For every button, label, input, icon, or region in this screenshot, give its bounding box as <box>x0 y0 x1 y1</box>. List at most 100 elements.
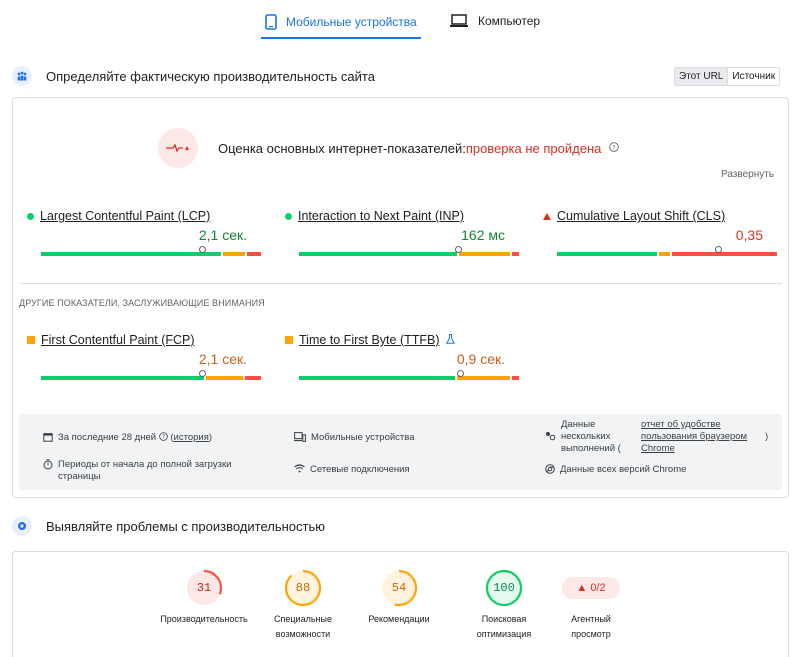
history-link[interactable]: история <box>174 432 209 444</box>
metric-value: 0,9 сек. <box>456 351 505 367</box>
metric-link[interactable]: Time to First Byte (TTFB) <box>299 333 440 347</box>
period-help-icon[interactable]: ? <box>158 432 168 445</box>
field-data-card: Оценка основных интернет-показателей: пр… <box>12 97 789 498</box>
score-label: Рекомендации <box>368 614 430 624</box>
expand-link[interactable]: Развернуть <box>721 169 774 180</box>
good-segment <box>41 252 221 256</box>
calendar-icon <box>43 432 53 446</box>
metric-value: 2,1 сек. <box>198 351 247 367</box>
metric-link[interactable]: First Contentful Paint (FCP) <box>41 333 195 347</box>
samples-info: Данные нескольких выполнений ( отчет об … <box>545 419 768 455</box>
average-segment <box>222 252 246 256</box>
metric-first-contentful-paint-fcp: First Contentful Paint (FCP) 2,1 сек. <box>27 333 263 380</box>
tab-mobile[interactable]: Мобильные устройства <box>261 14 421 39</box>
origin-button[interactable]: Источник <box>728 68 779 85</box>
good-segment <box>299 376 455 380</box>
poor-segment <box>245 376 262 380</box>
samples-suffix: ) <box>765 431 769 442</box>
timer-icon <box>43 459 53 474</box>
data-info-panel: За последние 28 дней ? (история) Периоды… <box>19 414 782 490</box>
agentic-badge: ▲ 0/2 <box>562 577 620 599</box>
distribution-bar <box>41 246 263 256</box>
this-url-button[interactable]: Этот URL <box>675 68 729 85</box>
users-icon <box>12 66 32 86</box>
svg-text:?: ? <box>613 143 616 151</box>
chrome-icon <box>545 464 555 478</box>
score-value: 100 <box>493 580 515 595</box>
distribution-bar <box>299 246 521 256</box>
tab-desktop[interactable]: Компьютер <box>449 14 540 28</box>
score-gauge[interactable]: 88 Специальные возможности <box>263 569 343 642</box>
lab-data-title: Выявляйте проблемы с производительностью <box>46 518 326 534</box>
divider <box>19 283 782 284</box>
poor-segment <box>247 252 261 256</box>
tab-mobile-label: Мобильные устройства <box>286 15 417 29</box>
score-value: 54 <box>391 580 407 595</box>
score-gauge[interactable]: 54 Рекомендации <box>354 569 444 627</box>
distribution-bar <box>557 246 779 256</box>
chrome-versions-info: Данные всех версий Chrome <box>545 464 686 478</box>
p75-marker <box>199 370 206 377</box>
crux-report-link[interactable]: отчет об удобстве пользования браузером … <box>641 419 761 455</box>
chrome-versions-text: Данные всех версий Chrome <box>560 464 687 475</box>
score-ring: 54 <box>380 569 418 607</box>
good-circle-icon <box>27 212 34 220</box>
svg-text:?: ? <box>162 435 165 441</box>
score-gauge[interactable]: 31 Производительность <box>154 569 254 627</box>
score-value: 88 <box>295 580 311 595</box>
p75-marker <box>457 370 464 377</box>
score-ring: 100 <box>485 569 523 607</box>
field-data-title: Определяйте фактическую производительнос… <box>46 68 375 84</box>
samples-icon <box>545 431 556 445</box>
poor-segment <box>671 252 778 256</box>
form-factor-tabs: Мобильные устройства Компьютер <box>0 14 800 46</box>
url-origin-toggle: Этот URL Источник <box>674 67 781 86</box>
lab-scores-card: 31 Производительность 88 Специальные возмож… <box>12 551 789 657</box>
average-segment <box>659 252 670 256</box>
distribution-bar <box>299 370 521 380</box>
poor-segment <box>512 376 519 380</box>
score-label: Производительность <box>160 614 248 624</box>
poor-triangle-icon <box>543 212 551 220</box>
average-segment <box>458 252 511 256</box>
metric-cumulative-layout-shift-cls: Cumulative Layout Shift (CLS) 0,35 <box>543 209 779 256</box>
average-segment <box>456 376 511 380</box>
good-segment <box>41 376 204 380</box>
lab-data-heading: Выявляйте проблемы с производительностью <box>12 516 325 536</box>
p75-marker <box>715 246 722 253</box>
metric-link[interactable]: Largest Contentful Paint (LCP) <box>40 209 210 223</box>
good-segment <box>557 252 658 256</box>
distribution-bar <box>41 370 263 380</box>
metric-name-row: Largest Contentful Paint (LCP) <box>27 209 263 223</box>
metric-link[interactable]: Interaction to Next Paint (INP) <box>298 209 464 223</box>
score-label: Поисковая оптимизация <box>476 614 532 639</box>
help-icon[interactable]: ? <box>609 141 620 155</box>
wifi-icon <box>294 464 305 477</box>
score-gauge[interactable]: 100 Поисковая оптимизация <box>459 569 549 642</box>
p75-marker <box>199 246 206 253</box>
good-circle-icon <box>285 212 292 220</box>
score-ring: 31 <box>185 569 223 607</box>
assessment-label: Оценка основных интернет-показателей: <box>218 140 466 156</box>
metric-name-row: Interaction to Next Paint (INP) <box>285 209 521 223</box>
period-info: За последние 28 дней ? (история) <box>43 432 212 446</box>
duration-text: Периоды от начала до полной загрузки стр… <box>58 459 232 482</box>
failed-heartbeat-icon <box>158 128 198 168</box>
diagnose-icon <box>12 516 32 536</box>
flask-icon <box>445 333 455 347</box>
metric-link[interactable]: Cumulative Layout Shift (CLS) <box>557 209 725 223</box>
network-text: Сетевые подключения <box>310 464 410 475</box>
metric-time-to-first-byte-ttfb: Time to First Byte (TTFB) 0,9 сек. <box>285 333 521 380</box>
p75-marker <box>455 246 462 253</box>
duration-info: Периоды от начала до полной загрузки стр… <box>43 459 263 483</box>
good-segment <box>299 252 457 256</box>
agentic-browsing[interactable]: ▲ 0/2 Агентный просмотр <box>551 569 631 642</box>
phone-icon <box>265 14 277 30</box>
other-metrics-title: ДРУГИЕ ПОКАЗАТЕЛИ, ЗАСЛУЖИВАЮЩИЕ ВНИМАНИ… <box>19 298 265 308</box>
metric-value: 162 мс <box>461 227 505 243</box>
score-ring: 88 <box>284 569 322 607</box>
samples-text: Данные нескольких выполнений ( <box>561 419 621 454</box>
devices-icon <box>294 432 306 446</box>
period-text: За последние 28 дней <box>58 432 157 443</box>
poor-segment <box>512 252 519 256</box>
